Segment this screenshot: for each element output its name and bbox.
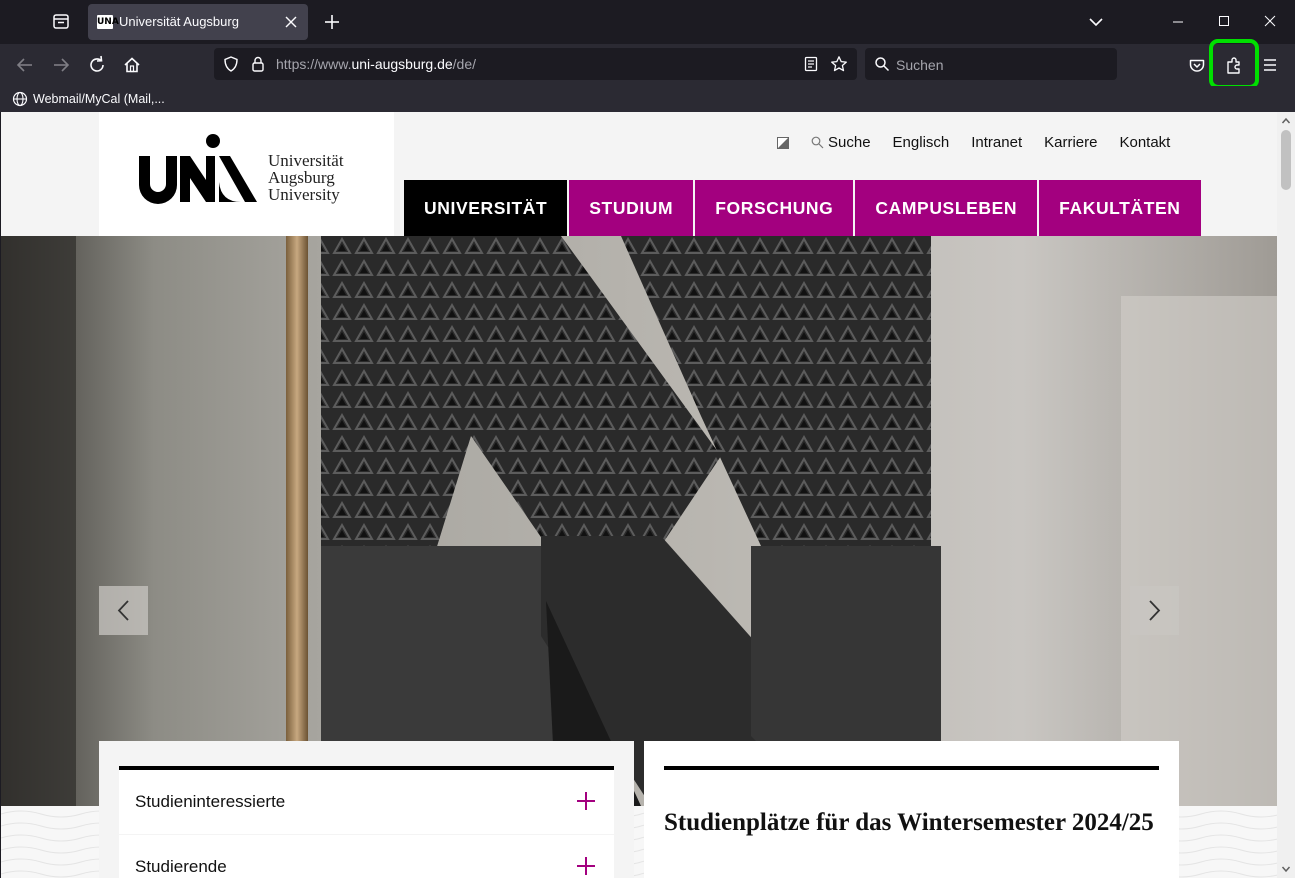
tab-list-icon: [53, 14, 69, 29]
close-icon: [1264, 15, 1276, 27]
new-tab-button[interactable]: [318, 8, 346, 36]
maximize-button[interactable]: [1201, 0, 1247, 44]
site-search-link[interactable]: Suche: [811, 134, 871, 151]
scroll-down-arrow-icon[interactable]: [1281, 864, 1291, 874]
accordion-label: Studierende: [135, 857, 227, 876]
search-icon: [811, 136, 824, 148]
bookmark-label: Webmail/MyCal (Mail,...: [33, 92, 165, 106]
link-englisch[interactable]: Englisch: [893, 134, 950, 151]
home-button[interactable]: [117, 50, 147, 80]
reload-icon: [90, 55, 104, 72]
news-divider: [664, 766, 1159, 770]
forward-button[interactable]: [46, 50, 76, 80]
url-path: /de/: [452, 56, 477, 72]
lock-icon[interactable]: [249, 55, 267, 73]
accordion-item-studieninteressierte[interactable]: Studieninteressierte: [119, 770, 614, 834]
pocket-icon: [1189, 59, 1205, 72]
accordion-item-studierende[interactable]: Studierende: [119, 835, 614, 878]
search-icon: [875, 57, 890, 72]
browser-window: UNA Universität Augsburg https://www.uni…: [0, 0, 1295, 878]
url-bar[interactable]: https://www.uni-augsburg.de/de/: [214, 48, 857, 80]
scroll-up-arrow-icon[interactable]: [1281, 116, 1291, 126]
university-name: Universität Augsburg University: [268, 152, 344, 203]
logo-line-1: Universität: [268, 151, 344, 170]
tab-close-button[interactable]: [282, 13, 300, 31]
pocket-button[interactable]: [1182, 50, 1212, 80]
logo-line-2: Augsburg: [268, 168, 335, 187]
reload-button[interactable]: [82, 50, 112, 80]
news-teaser[interactable]: Studienplätze für das Wintersemester 202…: [644, 741, 1179, 878]
slider-prev-button[interactable]: [99, 586, 148, 635]
shield-icon[interactable]: [222, 55, 240, 73]
link-kontakt[interactable]: Kontakt: [1119, 134, 1170, 151]
site-search-label: Suche: [828, 133, 871, 151]
plus-icon: [577, 792, 595, 810]
news-title[interactable]: Studienplätze für das Wintersemester 202…: [664, 808, 1159, 837]
url-text[interactable]: https://www.uni-augsburg.de/de/: [276, 56, 476, 72]
nav-universitaet[interactable]: UNIVERSITÄT: [404, 180, 568, 236]
tab-favicon-icon: UNA: [97, 15, 119, 29]
arrow-right-icon: [54, 58, 70, 72]
plus-icon: [577, 857, 595, 875]
bookmarks-toolbar: Webmail/MyCal (Mail,...: [0, 86, 1295, 112]
reader-view-icon[interactable]: [802, 55, 820, 73]
chevron-left-icon: [117, 600, 129, 621]
minimize-button[interactable]: [1155, 0, 1201, 44]
search-placeholder: Suchen: [896, 57, 944, 73]
tab-list-button[interactable]: [44, 6, 78, 38]
plus-icon: [325, 15, 339, 29]
app-menu-button[interactable]: [1255, 50, 1285, 80]
tab-strip: UNA Universität Augsburg: [0, 0, 1295, 44]
minimize-icon: [1173, 21, 1183, 23]
navigation-toolbar: https://www.uni-augsburg.de/de/ Suchen: [0, 39, 1295, 89]
nav-campusleben[interactable]: CAMPUSLEBEN: [855, 180, 1038, 236]
search-bar[interactable]: Suchen: [865, 48, 1117, 80]
slider-next-button[interactable]: [1130, 586, 1179, 635]
nav-forschung[interactable]: FORSCHUNG: [695, 180, 854, 236]
nav-fakultaeten[interactable]: FAKULTÄTEN: [1039, 180, 1201, 236]
home-icon: [124, 57, 140, 73]
hamburger-menu-icon: [1264, 59, 1276, 71]
contrast-icon: [777, 137, 789, 149]
page-scrollbar[interactable]: [1277, 112, 1295, 878]
page-viewport: Universität Augsburg University Suche En…: [1, 112, 1277, 878]
back-button[interactable]: [10, 50, 40, 80]
logo-line-3: University: [268, 185, 340, 204]
main-navigation: UNIVERSITÄT STUDIUM FORSCHUNG CAMPUSLEBE…: [404, 180, 1201, 236]
link-intranet[interactable]: Intranet: [971, 134, 1022, 151]
scrollbar-thumb[interactable]: [1281, 130, 1291, 190]
chevron-down-icon: [1089, 18, 1103, 27]
chevron-right-icon: [1149, 600, 1161, 621]
target-group-accordion: Studieninteressierte Studierende: [99, 741, 634, 878]
globe-icon: [12, 91, 28, 107]
url-scheme: https://www.: [276, 56, 352, 72]
list-all-tabs-button[interactable]: [1082, 8, 1110, 36]
university-logo[interactable]: Universität Augsburg University: [99, 112, 394, 236]
bookmark-star-icon[interactable]: [830, 55, 848, 73]
extensions-button[interactable]: [1209, 39, 1259, 89]
hero-image: [1, 236, 1277, 806]
arrow-left-icon: [16, 58, 32, 72]
tab-title: Universität Augsburg: [119, 14, 239, 29]
hero-slider: [1, 236, 1277, 806]
window-close-button[interactable]: [1247, 0, 1293, 44]
accordion-label: Studieninteressierte: [135, 792, 286, 811]
maximize-icon: [1219, 16, 1229, 26]
active-tab[interactable]: UNA Universität Augsburg: [88, 4, 308, 40]
link-karriere[interactable]: Karriere: [1044, 134, 1097, 151]
url-host: uni-augsburg.de: [351, 56, 453, 72]
contrast-toggle[interactable]: [777, 136, 789, 149]
close-icon: [285, 16, 297, 28]
nav-studium[interactable]: STUDIUM: [569, 180, 694, 236]
service-navigation: Suche Englisch Intranet Karriere Kontakt: [777, 132, 1170, 152]
uni-augsburg-logo-mark: [139, 134, 257, 204]
puzzle-piece-icon: [1227, 57, 1240, 74]
